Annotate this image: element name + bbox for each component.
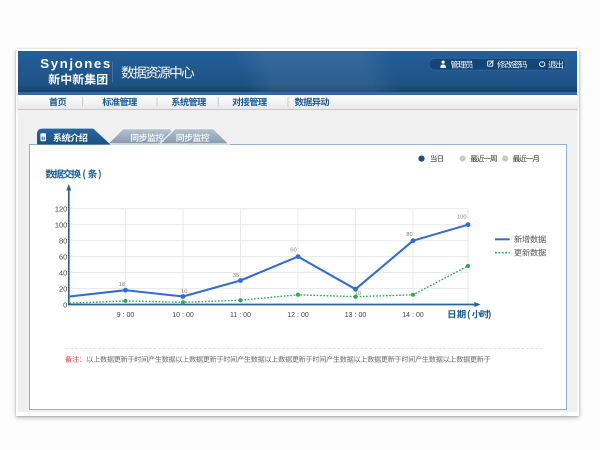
svg-text:10: 10 <box>355 291 361 297</box>
svg-text:100: 100 <box>55 221 67 230</box>
svg-text:80: 80 <box>406 232 412 238</box>
svg-text:120: 120 <box>55 205 67 214</box>
svg-text:12 : 00: 12 : 00 <box>287 312 309 319</box>
svg-text:9 : 00: 9 : 00 <box>117 312 135 319</box>
svg-text:14 : 00: 14 : 00 <box>402 312 424 319</box>
svg-text:60: 60 <box>59 253 67 262</box>
svg-text:11 : 00: 11 : 00 <box>230 312 251 319</box>
svg-text:80: 80 <box>59 237 67 246</box>
svg-text:10: 10 <box>181 289 187 295</box>
svg-text:40: 40 <box>59 268 67 277</box>
svg-text:60: 60 <box>290 248 296 254</box>
svg-text:35: 35 <box>233 273 239 279</box>
svg-text:10 : 00: 10 : 00 <box>172 312 194 319</box>
svg-text:18: 18 <box>119 282 125 288</box>
svg-text:0: 0 <box>63 300 67 309</box>
svg-text:Synjones: Synjones <box>40 56 112 71</box>
svg-text:100: 100 <box>457 215 467 221</box>
svg-text:20: 20 <box>59 284 67 293</box>
svg-text:13 : 00: 13 : 00 <box>345 312 367 319</box>
